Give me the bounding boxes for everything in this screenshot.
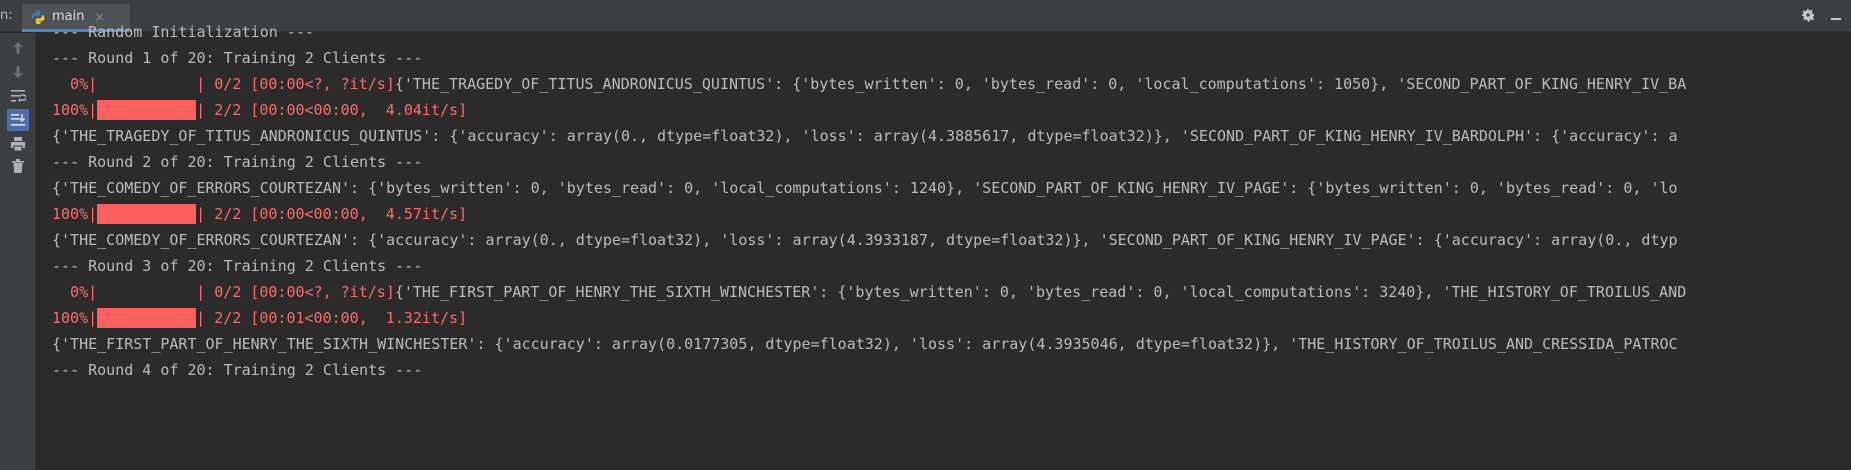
progress-line: 100%| | 2/2 [00:00<00:00, 4.57it/s] [52, 204, 467, 224]
progress-percent: 100%| [52, 309, 98, 327]
print-icon[interactable] [9, 135, 27, 153]
console-line: --- Random Initialization --- [52, 23, 314, 41]
progress-bar [97, 204, 197, 224]
soft-wrap-icon[interactable] [9, 87, 27, 105]
scroll-to-end-icon[interactable] [7, 109, 29, 131]
console-output[interactable]: --- Random Initialization --- --- Round … [52, 22, 1851, 470]
console-line-tail: {'THE_TRAGEDY_OF_TITUS_ANDRONICUS_QUINTU… [394, 75, 1687, 93]
progress-line: 100%| | 2/2 [00:00<00:00, 4.04it/s] [52, 100, 467, 120]
progress-bar [97, 100, 197, 120]
progress-percent: 0%| [52, 75, 98, 93]
progress-line: 0%| | 0/2 [00:00<?, ?it/s]{'THE_FIRST_PAR… [52, 282, 1686, 302]
progress-line: 100%| | 2/2 [00:01<00:00, 1.32it/s] [52, 308, 467, 328]
console-line: {'THE_COMEDY_OF_ERRORS_COURTEZAN': {'acc… [52, 231, 1678, 249]
console-line: --- Round 1 of 20: Training 2 Clients --… [52, 49, 423, 67]
progress-status: | 2/2 [00:00<00:00, 4.57it/s] [196, 205, 468, 223]
run-tool-window: n: main × --- Random Initialization --- … [0, 0, 1851, 470]
progress-status: | 2/2 [00:01<00:00, 1.32it/s] [196, 309, 468, 327]
trash-icon[interactable] [9, 157, 27, 175]
progress-percent: 100%| [52, 101, 98, 119]
console-line-tail: {'THE_FIRST_PART_OF_HENRY_THE_SIXTH_WINC… [394, 283, 1687, 301]
arrow-up-icon[interactable] [9, 39, 27, 57]
progress-line: 0%| | 0/2 [00:00<?, ?it/s]{'THE_TRAGEDY_O… [52, 74, 1686, 94]
progress-status: | 0/2 [00:00<?, ?it/s] [196, 75, 395, 93]
arrow-down-icon[interactable] [9, 63, 27, 81]
progress-percent: 100%| [52, 205, 98, 223]
run-label: n: [0, 8, 13, 23]
progress-bar [97, 282, 196, 302]
console-line: --- Round 4 of 20: Training 2 Clients --… [52, 361, 423, 379]
progress-percent: 0%| [52, 283, 98, 301]
console-line: --- Round 2 of 20: Training 2 Clients --… [52, 153, 423, 171]
python-icon [30, 9, 46, 25]
progress-bar [97, 74, 196, 94]
console-line: {'THE_TRAGEDY_OF_TITUS_ANDRONICUS_QUINTU… [52, 127, 1678, 145]
console-side-toolbar [0, 33, 36, 470]
console-line: --- Round 3 of 20: Training 2 Clients --… [52, 257, 423, 275]
console-line: {'THE_COMEDY_OF_ERRORS_COURTEZAN': {'byt… [52, 179, 1678, 197]
console-line: {'THE_FIRST_PART_OF_HENRY_THE_SIXTH_WINC… [52, 335, 1678, 353]
progress-status: | 0/2 [00:00<?, ?it/s] [196, 283, 395, 301]
progress-status: | 2/2 [00:00<00:00, 4.04it/s] [196, 101, 468, 119]
progress-bar [97, 308, 197, 328]
